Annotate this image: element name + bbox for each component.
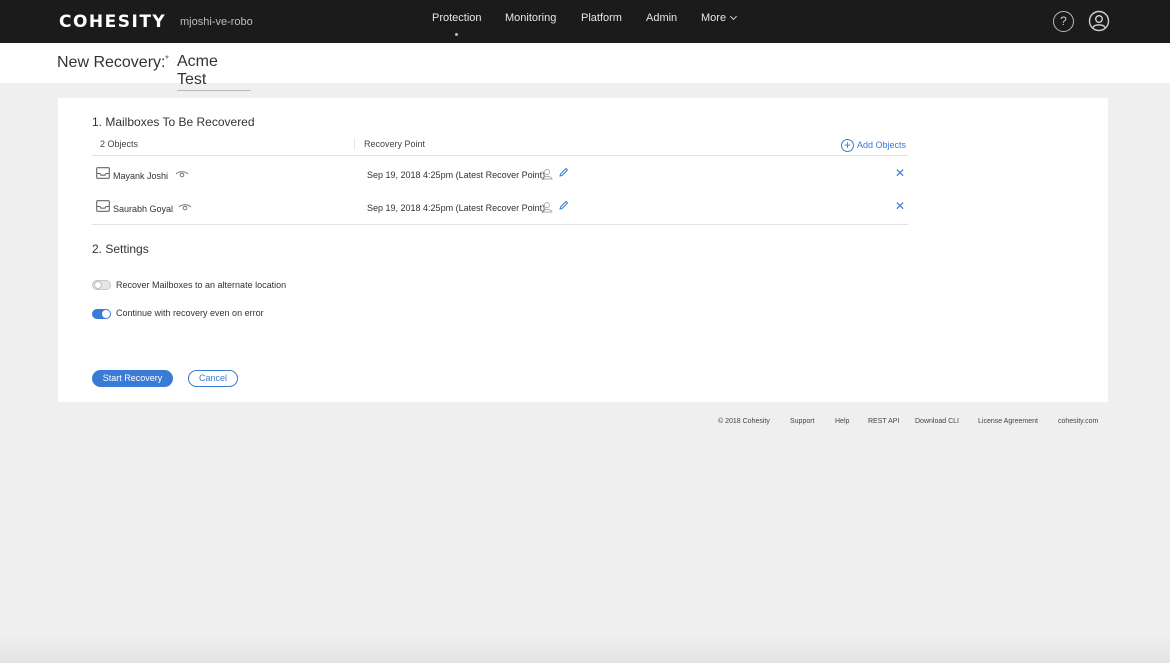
recovery-point-header: Recovery Point (364, 139, 426, 149)
footer-copyright: © 2018 Cohesity (718, 418, 770, 425)
plus-circle-icon: + (841, 139, 854, 152)
active-nav-indicator (455, 33, 458, 36)
toggle-knob (94, 281, 102, 289)
footer-link-license[interactable]: License Agreement (978, 418, 1038, 425)
alternate-location-toggle[interactable] (92, 280, 111, 290)
cancel-button[interactable]: Cancel (188, 370, 238, 387)
nav-more-label: More (701, 12, 727, 24)
objects-count-header: 2 Objects (100, 139, 139, 149)
eye-icon[interactable] (178, 203, 192, 213)
add-objects-button[interactable]: + Add Objects (841, 139, 906, 152)
user-account-icon[interactable] (1088, 10, 1110, 32)
top-nav-bar: COHESITY mjoshi-ve-robo Protection Monit… (0, 0, 1170, 43)
continue-on-error-toggle[interactable] (92, 309, 111, 319)
recovery-point-value: Sep 19, 2018 4:25pm (Latest Recover Poin… (367, 170, 546, 180)
required-marker: * (165, 54, 169, 65)
nav-platform[interactable]: Platform (581, 12, 622, 24)
nav-admin[interactable]: Admin (646, 12, 677, 24)
footer-link-support[interactable]: Support (790, 418, 815, 425)
object-name: Mayank Joshi (113, 171, 169, 181)
continue-on-error-label: Continue with recovery even on error (116, 308, 264, 318)
person-icon[interactable] (541, 168, 553, 180)
chevron-down-icon (730, 12, 738, 21)
page-header: New Recovery: * Acme Test (0, 43, 1170, 91)
recovery-form-card: 1. Mailboxes To Be Recovered 2 Objects R… (58, 98, 1108, 402)
settings-section-title: 2. Settings (92, 242, 149, 256)
bottom-shade (0, 635, 1170, 663)
footer-link-help[interactable]: Help (835, 418, 849, 425)
table-row: Saurabh Goyal Sep 19, 2018 4:25pm (Lates… (96, 199, 908, 234)
recovery-name-input[interactable]: Acme Test (177, 53, 251, 91)
start-recovery-button[interactable]: Start Recovery (92, 370, 173, 387)
toggle-knob (102, 310, 110, 318)
nav-protection[interactable]: Protection (432, 12, 482, 24)
edit-pencil-icon[interactable] (558, 167, 569, 178)
nav-more[interactable]: More (701, 12, 738, 24)
table-bottom-divider (92, 224, 908, 225)
table-header-divider (92, 155, 908, 156)
footer-link-rest-api[interactable]: REST API (868, 418, 899, 425)
mailboxes-section-title: 1. Mailboxes To Be Recovered (92, 115, 255, 129)
mailbox-icon (96, 167, 110, 179)
cluster-name[interactable]: mjoshi-ve-robo (180, 16, 253, 28)
table-row: Mayank Joshi Sep 19, 2018 4:25pm (Latest… (96, 166, 908, 201)
alternate-location-label: Recover Mailboxes to an alternate locati… (116, 280, 287, 290)
edit-pencil-icon[interactable] (558, 200, 569, 211)
remove-object-icon[interactable]: ✕ (895, 199, 905, 213)
eye-icon[interactable] (175, 170, 189, 180)
remove-object-icon[interactable]: ✕ (895, 166, 905, 180)
nav-monitoring[interactable]: Monitoring (505, 12, 556, 24)
footer-link-download-cli[interactable]: Download CLI (915, 418, 959, 425)
object-name: Saurabh Goyal (113, 204, 174, 214)
page-title: New Recovery: (57, 54, 166, 71)
recovery-point-value: Sep 19, 2018 4:25pm (Latest Recover Poin… (367, 203, 546, 213)
add-objects-label: Add Objects (857, 139, 907, 150)
cohesity-logo[interactable]: COHESITY (59, 12, 166, 32)
mailbox-icon (96, 200, 110, 212)
footer-link-website[interactable]: cohesity.com (1058, 418, 1098, 425)
column-separator (354, 138, 355, 150)
help-icon[interactable]: ? (1053, 11, 1074, 32)
person-icon[interactable] (541, 201, 553, 213)
